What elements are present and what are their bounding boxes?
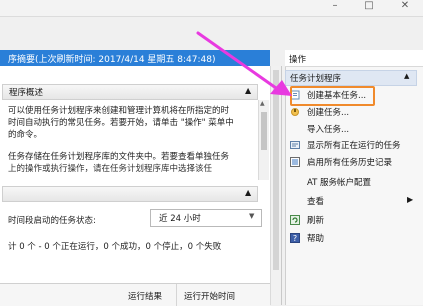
scroll-thumb[interactable] [261, 112, 267, 150]
chevron-down-icon[interactable]: ▼ [249, 212, 254, 220]
action-label: 启用所有任务历史记录 [307, 158, 393, 168]
action-help[interactable]: ? 帮助 [285, 230, 415, 246]
overview-line: 任务存储在任务计划程序库的文件夹中。若要查看单独任务 [8, 152, 230, 162]
history-icon [290, 157, 300, 167]
time-range-select[interactable]: 近 24 小时 ▼ [150, 209, 262, 227]
main-scrollbar[interactable] [270, 66, 281, 305]
create-task-icon [291, 108, 299, 116]
close-button[interactable]: ✕ [396, 0, 414, 14]
overview-line: 上的操作或执行操作，请在任务计划程序库中选择该任 [8, 164, 213, 174]
scroll-up-icon[interactable]: ▲ [260, 100, 265, 107]
action-enable-history[interactable]: 启用所有任务历史记录 [285, 154, 415, 170]
task-summary-panel: 程序概述 ▲ 可以使用任务计划程序来创建和管理计算机将在所指定的时 时间自动执行… [0, 66, 282, 305]
action-label: AT 服务帐户配置 [307, 178, 372, 188]
scroll-thumb[interactable] [273, 70, 279, 270]
task-scheduler-group-header[interactable]: 任务计划程序 ▲ [285, 70, 417, 86]
column-header-result[interactable]: 运行结果 [128, 290, 162, 302]
task-table-header: 运行结果 运行开始时间 [0, 283, 270, 306]
action-label: 刷新 [307, 216, 325, 226]
action-view[interactable]: 查看 ▶ [285, 193, 415, 209]
overview-line: 时间自动执行的常见任务。若要开始，请单击 "操作" 菜单中 [8, 118, 234, 128]
overview-scrollbar[interactable]: ▲ [258, 100, 269, 180]
task-status-section-header[interactable]: ▲ [2, 186, 258, 202]
action-label: 导入任务... [307, 125, 350, 135]
actions-title: 操作 [289, 55, 307, 65]
action-show-running-tasks[interactable]: 显示所有正在运行的任务 [285, 137, 415, 153]
action-label: 查看 [307, 197, 325, 207]
collapse-icon[interactable]: ▲ [404, 72, 409, 80]
status-label: 时间段启动的任务状态: [8, 216, 96, 226]
group-title: 任务计划程序 [290, 74, 342, 84]
action-import-task[interactable]: 导入任务... [285, 121, 415, 137]
action-at-service-config[interactable]: AT 服务帐户配置 [285, 174, 415, 190]
overview-section-header[interactable]: 程序概述 ▲ [2, 84, 258, 100]
status-summary: 计 0 个 - 0 个正在运行，0 个成功，0 个停止，0 个失败 [8, 242, 222, 252]
action-label: 帮助 [307, 234, 325, 244]
submenu-arrow-icon: ▶ [407, 195, 414, 204]
column-divider [176, 284, 177, 306]
help-icon: ? [290, 233, 300, 243]
action-refresh[interactable]: 刷新 [285, 212, 415, 228]
running-tasks-icon [290, 141, 300, 149]
overview-section-title: 程序概述 [9, 88, 44, 98]
action-create-task[interactable]: 创建任务... [285, 104, 415, 120]
column-header-start-time[interactable]: 运行开始时间 [184, 290, 235, 302]
summary-header-text: 序摘要(上次刷新时间: 2017/4/14 星期五 8:47:48) [8, 55, 216, 65]
svg-text:?: ? [293, 234, 297, 243]
action-label: 显示所有正在运行的任务 [307, 141, 401, 151]
overview-text: 可以使用任务计划程序来创建和管理计算机将在所指定的时 时间自动执行的常见任务。若… [8, 104, 258, 184]
collapse-icon[interactable]: ▲ [245, 86, 251, 95]
overview-line: 的命令。 [8, 130, 43, 140]
action-label: 创建任务... [307, 108, 350, 118]
collapse-icon[interactable]: ▲ [245, 188, 251, 197]
minimize-button[interactable]: – [326, 0, 344, 14]
actions-header: 操作 [285, 50, 423, 67]
overview-line: 可以使用任务计划程序来创建和管理计算机将在所指定的时 [8, 106, 230, 116]
maximize-button[interactable]: □ [360, 0, 378, 14]
overview-line [8, 140, 258, 150]
refresh-icon [290, 215, 300, 225]
time-range-value: 近 24 小时 [159, 214, 201, 224]
highlight-box [290, 86, 375, 106]
